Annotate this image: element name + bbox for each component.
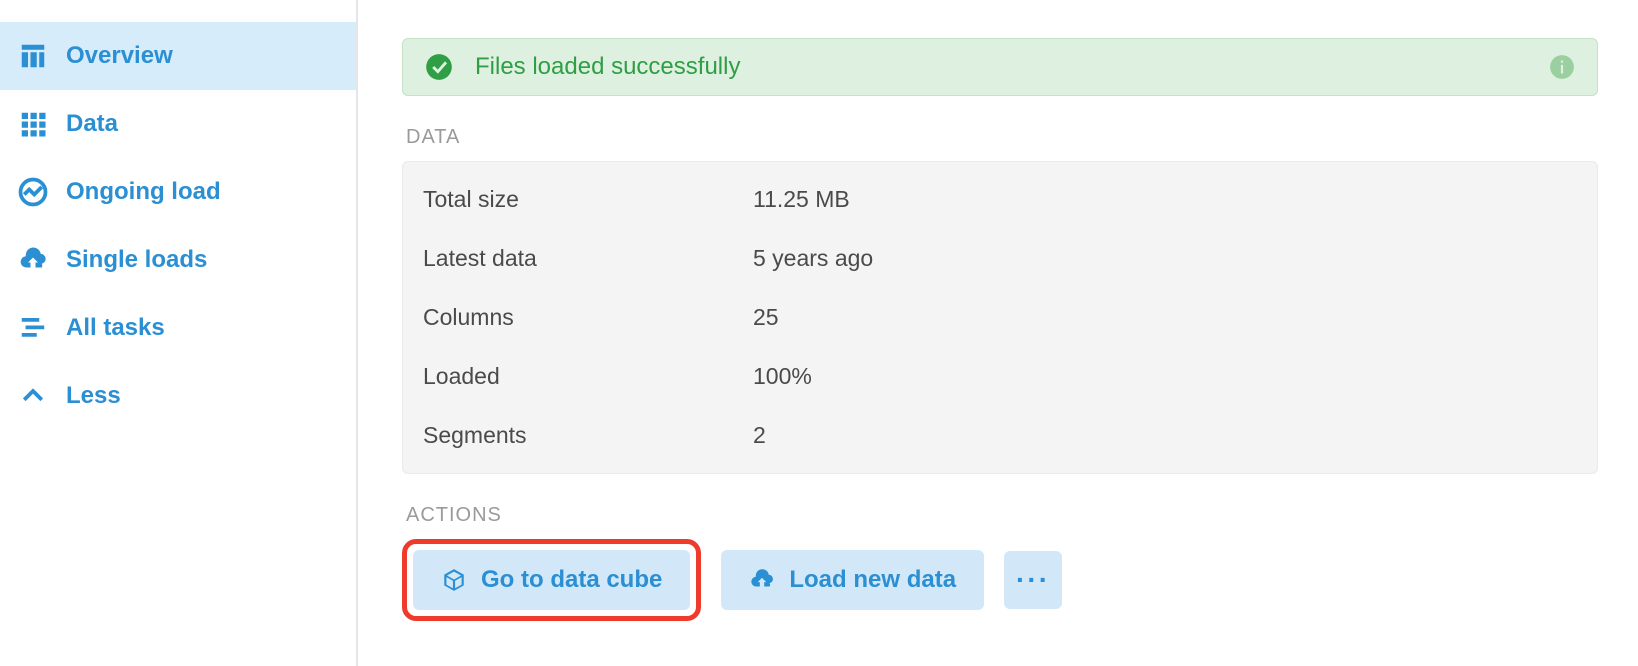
success-alert: Files loaded successfully — [402, 38, 1598, 96]
data-row: Columns 25 — [403, 288, 1597, 347]
sidebar-item-label: Single loads — [66, 246, 207, 274]
info-icon[interactable] — [1549, 54, 1575, 80]
cloud-upload-icon — [749, 567, 775, 593]
actions-row: Go to data cube Load new data ··· — [402, 539, 1598, 621]
overview-icon — [18, 41, 48, 71]
go-to-data-cube-button[interactable]: Go to data cube — [413, 550, 690, 610]
alert-message: Files loaded successfully — [475, 53, 740, 81]
sidebar-item-all-tasks[interactable]: All tasks — [0, 294, 356, 362]
stat-label: Segments — [423, 422, 753, 449]
sidebar: Overview Data Ongoing load Single loads — [0, 0, 358, 666]
sidebar-item-label: Ongoing load — [66, 178, 221, 206]
highlight-annotation: Go to data cube — [402, 539, 701, 621]
sidebar-item-overview[interactable]: Overview — [0, 22, 356, 90]
sidebar-item-label: Overview — [66, 42, 173, 70]
stat-value: 2 — [753, 422, 1577, 449]
sidebar-item-label: Data — [66, 110, 118, 138]
sidebar-item-less[interactable]: Less — [0, 362, 356, 430]
stat-label: Latest data — [423, 245, 753, 272]
check-circle-icon — [425, 53, 453, 81]
data-row: Total size 11.25 MB — [403, 170, 1597, 229]
sidebar-item-label: All tasks — [66, 314, 165, 342]
stat-value: 100% — [753, 363, 1577, 390]
stat-label: Loaded — [423, 363, 753, 390]
sidebar-item-data[interactable]: Data — [0, 90, 356, 158]
section-title-actions: ACTIONS — [406, 504, 1598, 527]
stat-value: 11.25 MB — [753, 186, 1577, 213]
data-stats-card: Total size 11.25 MB Latest data 5 years … — [402, 161, 1598, 474]
button-label: Load new data — [789, 566, 956, 594]
cube-icon — [441, 567, 467, 593]
load-new-data-button[interactable]: Load new data — [721, 550, 984, 610]
data-row: Segments 2 — [403, 406, 1597, 465]
ellipsis-icon: ··· — [1016, 564, 1050, 596]
stat-label: Columns — [423, 304, 753, 331]
stat-value: 5 years ago — [753, 245, 1577, 272]
data-row: Latest data 5 years ago — [403, 229, 1597, 288]
tasks-icon — [18, 313, 48, 343]
more-actions-button[interactable]: ··· — [1004, 551, 1062, 609]
chart-icon — [18, 177, 48, 207]
section-title-data: DATA — [406, 126, 1598, 149]
cloud-upload-icon — [18, 245, 48, 275]
data-row: Loaded 100% — [403, 347, 1597, 406]
stat-label: Total size — [423, 186, 753, 213]
stat-value: 25 — [753, 304, 1577, 331]
chevron-up-icon — [18, 381, 48, 411]
sidebar-item-single-loads[interactable]: Single loads — [0, 226, 356, 294]
grid-icon — [18, 109, 48, 139]
button-label: Go to data cube — [481, 566, 662, 594]
sidebar-item-label: Less — [66, 382, 121, 410]
sidebar-item-ongoing-load[interactable]: Ongoing load — [0, 158, 356, 226]
main-content: Files loaded successfully DATA Total siz… — [358, 0, 1638, 666]
